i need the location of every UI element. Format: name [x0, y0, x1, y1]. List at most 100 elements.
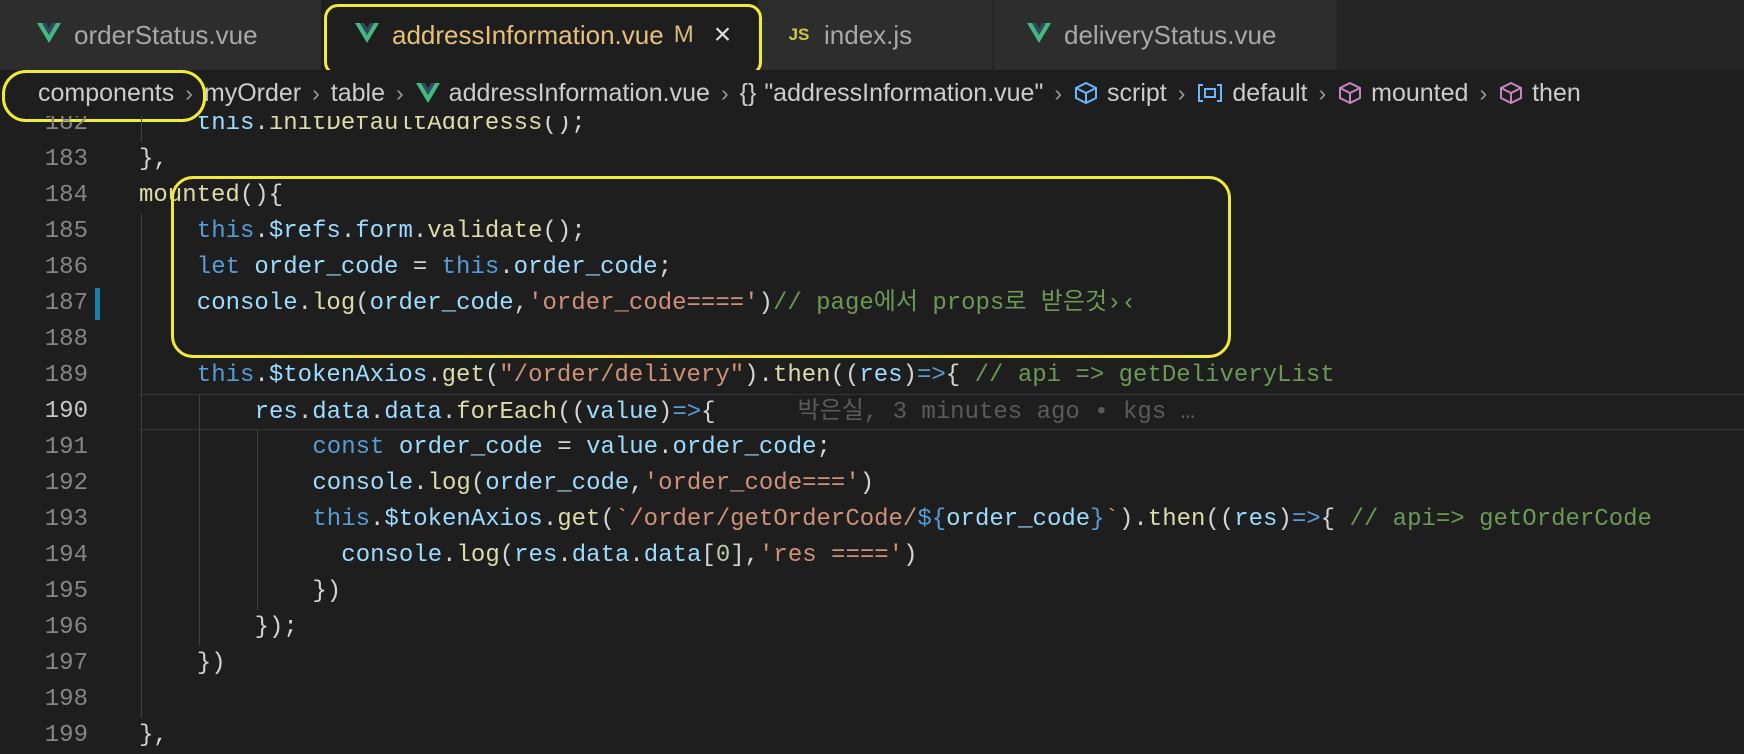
code-token: res — [859, 362, 903, 389]
code-token: get — [441, 362, 485, 389]
line-number: 190 — [44, 398, 88, 425]
code-line[interactable]: 182 this.initDefaultAddresss(); — [0, 116, 1744, 142]
indent-guide — [141, 610, 142, 646]
code-line[interactable]: 198 — [0, 682, 1744, 718]
code-token: . — [254, 362, 269, 389]
editor-tab-bar: orderStatus.vue addressInformation.vue M… — [0, 0, 1744, 70]
code-token: ) — [1277, 506, 1292, 533]
code-token: res — [514, 542, 558, 569]
code-line[interactable]: 195}) — [0, 574, 1744, 610]
code-token: . — [340, 218, 356, 245]
method-icon — [1337, 81, 1363, 105]
code-token: // api => getDeliveryList — [974, 362, 1335, 389]
chevron-right-icon: › — [396, 79, 404, 106]
line-content: }, — [139, 718, 1744, 754]
line-content: console.log(res.data.data[0],'res ====') — [139, 538, 1744, 574]
line-content: this.$tokenAxios.get(`/order/getOrderCod… — [139, 502, 1744, 538]
code-token: . — [542, 506, 558, 533]
indent-guide — [198, 395, 200, 431]
breadcrumb-then[interactable]: then — [1498, 79, 1581, 108]
indent-guide — [141, 466, 142, 502]
code-token: console — [341, 542, 443, 569]
code-token: // api=> getOrderCode — [1349, 506, 1652, 533]
code-token: data — [571, 542, 630, 569]
code-line[interactable]: 197}) — [0, 646, 1744, 682]
code-line[interactable]: 194 console.log(res.data.data[0],'res ===… — [0, 538, 1744, 574]
line-content: mounted(){ — [139, 178, 1744, 214]
code-token: { — [1320, 506, 1350, 533]
code-token: . — [658, 434, 673, 461]
code-line[interactable]: 189 this.$tokenAxios.get("/order/delivery… — [0, 358, 1744, 394]
line-content — [139, 322, 1744, 358]
indent-guide — [141, 286, 142, 322]
code-line[interactable]: 184 mounted(){ — [0, 178, 1744, 214]
code-line[interactable]: 187 console.log(order_code,'order_code===… — [0, 286, 1744, 322]
line-content: }) — [139, 574, 1744, 610]
code-token: console — [196, 290, 298, 317]
code-token: => — [916, 362, 946, 389]
code-token: (( — [557, 399, 586, 426]
tab-index-js[interactable]: JS index.js — [758, 0, 994, 70]
tab-address-information[interactable]: addressInformation.vue M × — [322, 0, 758, 70]
code-line[interactable]: 199}, — [0, 718, 1744, 754]
code-token: . — [441, 399, 457, 426]
code-line[interactable]: 190 res.data.data.forEach((value)=>{박은실, … — [0, 394, 1744, 431]
indent-guide — [141, 538, 142, 574]
code-line[interactable]: 188 — [0, 322, 1744, 358]
code-token: }) — [196, 650, 226, 677]
chevron-right-icon: › — [1318, 79, 1327, 106]
breadcrumb-components[interactable]: components — [38, 79, 174, 108]
indent-guide — [141, 214, 142, 250]
code-token: ( — [499, 542, 515, 569]
code-line[interactable]: 183}, — [0, 142, 1744, 178]
code-token: order_code — [369, 290, 514, 317]
breadcrumb-module[interactable]: {} "addressInformation.vue" — [740, 79, 1044, 108]
code-line[interactable]: 191 const order_code = value.order_code; — [0, 430, 1744, 466]
line-content: console.log(order_code,'order_code===') — [139, 466, 1744, 502]
line-content: }); — [139, 610, 1744, 646]
tab-order-status[interactable]: orderStatus.vue — [0, 0, 322, 70]
line-content: this.$refs.form.validate(); — [139, 214, 1744, 250]
line-content — [139, 682, 1744, 718]
breadcrumb-default[interactable]: default — [1196, 79, 1307, 108]
code-token: ) — [902, 362, 917, 389]
chevron-right-icon: › — [720, 79, 729, 106]
code-token: ( — [355, 290, 370, 317]
code-token: ) — [758, 290, 773, 317]
vue-icon — [352, 20, 382, 51]
code-token: log — [456, 542, 500, 569]
line-number: 183 — [44, 146, 88, 173]
indent-guide — [141, 395, 142, 431]
indent-guide — [141, 358, 142, 394]
chevron-right-icon: › — [185, 79, 193, 106]
breadcrumb-my-order[interactable]: myOrder — [204, 79, 301, 108]
code-line[interactable]: 192 console.log(order_code,'order_code===… — [0, 466, 1744, 502]
line-content: this.initDefaultAddresss(); — [139, 116, 1744, 142]
code-line[interactable]: 196}); — [0, 610, 1744, 646]
line-content: }, — [139, 142, 1744, 178]
breadcrumb-file[interactable]: addressInformation.vue — [415, 79, 710, 108]
code-token: . — [442, 542, 457, 569]
code-token: = — [542, 434, 587, 461]
line-number: 199 — [44, 722, 88, 749]
tab-delivery-status[interactable]: deliveryStatus.vue — [994, 0, 1338, 70]
code-token: }, — [139, 146, 168, 173]
code-line[interactable]: 185 this.$refs.form.validate(); — [0, 214, 1744, 250]
breadcrumb-mounted[interactable]: mounted — [1337, 79, 1468, 108]
code-token: . — [254, 116, 269, 137]
code-token: ( — [484, 362, 500, 389]
code-token: . — [297, 290, 313, 317]
code-token: . — [412, 218, 428, 245]
code-token: . — [297, 399, 313, 426]
breadcrumb-table[interactable]: table — [331, 79, 385, 108]
code-token: data — [384, 399, 442, 426]
close-icon[interactable]: × — [714, 20, 732, 50]
code-line[interactable]: 193 this.$tokenAxios.get(`/order/getOrder… — [0, 502, 1744, 538]
code-editor[interactable]: 182 this.initDefaultAddresss(); 183}, 184 mo… — [0, 116, 1744, 754]
symbol-icon — [1196, 82, 1224, 104]
code-token: value — [586, 434, 659, 461]
line-content: res.data.data.forEach((value)=>{박은실, 3 m… — [139, 394, 1744, 431]
code-line[interactable]: 186 let order_code = this.order_code; — [0, 250, 1744, 286]
breadcrumb-script[interactable]: script — [1073, 79, 1167, 108]
line-number: 182 — [44, 116, 88, 137]
